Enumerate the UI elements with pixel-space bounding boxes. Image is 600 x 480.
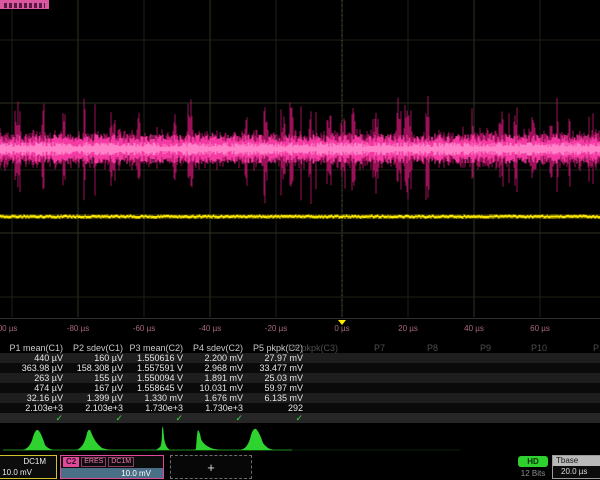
param-header-p1[interactable]: P1 mean(C1) <box>0 343 68 353</box>
measure-cell: 1.891 mV <box>188 373 248 383</box>
measure-cell: 6.135 mV <box>248 393 308 403</box>
time-tick-label: -100 µs <box>0 324 17 333</box>
measure-row-max: 474 µV 167 µV 1.558645 V 10.031 mV 59.97… <box>0 383 600 393</box>
histicon-p1 <box>22 430 54 450</box>
waveform-display[interactable] <box>0 0 600 318</box>
timebase-title: Tbase <box>553 456 600 466</box>
measure-row-sdev: 32.16 µV 1.399 µV 1.330 mV 1.676 mV 6.13… <box>0 393 600 403</box>
measure-row-min: 263 µV 155 µV 1.550094 V 1.891 mV 25.03 … <box>0 373 600 383</box>
measure-cell: 160 µV <box>68 353 128 363</box>
measure-cell: 1.730e+3 <box>128 403 188 413</box>
param-header-p7[interactable]: P7 <box>374 343 385 353</box>
status-check-icon: ✓ <box>188 413 248 423</box>
measure-cell: 155 µV <box>68 373 128 383</box>
parameter-histicons <box>0 423 600 455</box>
measure-cell: 27.97 mV <box>248 353 308 363</box>
c2-volts-per-div: 10.0 mV <box>121 469 151 478</box>
measure-cell: 59.97 mV <box>248 383 308 393</box>
time-axis: -100 µs -80 µs -60 µs -40 µs -20 µs 0 µs… <box>0 318 600 344</box>
measure-cell: 1.330 mV <box>128 393 188 403</box>
measure-cell: 2.103e+3 <box>0 403 68 413</box>
measure-cell: 167 µV <box>68 383 128 393</box>
measurement-table: P1 mean(C1) P2 sdev(C1) P3 mean(C2) P4 s… <box>0 343 600 423</box>
measure-cell: 25.03 mV <box>248 373 308 383</box>
plus-icon: + <box>207 460 215 475</box>
param-header-p9[interactable]: P9 <box>480 343 491 353</box>
hd-bits-label: 12 Bits <box>512 469 554 478</box>
time-tick-label: 0 µs <box>334 324 349 333</box>
measure-cell: 158.308 µV <box>68 363 128 373</box>
histicon-p5 <box>240 429 274 450</box>
param-header-p11[interactable]: P11 <box>593 343 600 353</box>
measure-row-num: 2.103e+3 2.103e+3 1.730e+3 1.730e+3 292 <box>0 403 600 413</box>
c1-coupling-flag: DC1M <box>23 457 46 466</box>
param-header-p2[interactable]: P2 sdev(C1) <box>68 343 128 353</box>
measure-cell: 1.399 µV <box>68 393 128 403</box>
status-check-icon: ✓ <box>128 413 188 423</box>
measure-cell: 1.550094 V <box>128 373 188 383</box>
trigger-position-icon[interactable] <box>338 320 346 325</box>
measure-row-mean: 363.98 µV 158.308 µV 1.557591 V 2.968 mV… <box>0 363 600 373</box>
status-check-icon: ✓ <box>68 413 128 423</box>
measure-cell: 33.477 mV <box>248 363 308 373</box>
descriptor-bar: DC1M 10.0 mV C2 ERES DC1M 10.0 mV + HD 1… <box>0 455 600 480</box>
time-tick-label: -80 µs <box>67 324 89 333</box>
measure-cell: 2.200 mV <box>188 353 248 363</box>
hd-mode-badge[interactable]: HD <box>518 456 548 467</box>
param-header-p10[interactable]: P10 <box>531 343 547 353</box>
measure-cell: 440 µV <box>0 353 68 363</box>
time-tick-label: 20 µs <box>398 324 418 333</box>
add-trace-button[interactable]: + <box>170 455 252 479</box>
time-tick-label: -20 µs <box>265 324 287 333</box>
time-tick-label: -60 µs <box>133 324 155 333</box>
measure-cell: 10.031 mV <box>188 383 248 393</box>
time-tick-label: -40 µs <box>199 324 221 333</box>
measure-cell: 32.16 µV <box>0 393 68 403</box>
histicon-p2 <box>76 430 114 450</box>
param-header-p4[interactable]: P4 sdev(C2) <box>188 343 248 353</box>
status-check-icon: ✓ <box>248 413 308 423</box>
measure-cell: 263 µV <box>0 373 68 383</box>
channel-c1-descriptor[interactable]: DC1M 10.0 mV <box>0 455 57 479</box>
measure-row-value: 440 µV 160 µV 1.550616 V 2.200 mV 27.97 … <box>0 353 600 363</box>
time-tick-label: 60 µs <box>530 324 550 333</box>
c2-coupling-flag: DC1M <box>108 457 134 467</box>
param-header-p3[interactable]: P3 mean(C2) <box>128 343 188 353</box>
param-header-p8[interactable]: P8 <box>427 343 438 353</box>
measure-cell: 1.676 mV <box>188 393 248 403</box>
channel-c2-descriptor[interactable]: C2 ERES DC1M 10.0 mV <box>60 455 164 479</box>
c2-channel-badge: C2 <box>63 457 79 467</box>
measure-cell: 1.558645 V <box>128 383 188 393</box>
histicon-p4 <box>194 430 222 450</box>
param-header-p6[interactable]: P6 pkpk(C3) <box>288 343 338 353</box>
time-tick-label: 40 µs <box>464 324 484 333</box>
histicon-p3 <box>156 426 170 450</box>
c1-volts-per-div: 10.0 mV <box>2 468 32 477</box>
measure-cell: 1.550616 V <box>128 353 188 363</box>
status-check-icon: ✓ <box>0 413 68 423</box>
timebase-descriptor[interactable]: Tbase 20.0 µs <box>552 455 600 479</box>
measure-cell: 363.98 µV <box>0 363 68 373</box>
measure-cell: 2.968 mV <box>188 363 248 373</box>
c2-eres-flag: ERES <box>81 457 106 467</box>
measure-cell: 1.557591 V <box>128 363 188 373</box>
cropped-menu-badge[interactable] <box>0 0 49 9</box>
measure-cell: 1.730e+3 <box>188 403 248 413</box>
measure-row-status: ✓ ✓ ✓ ✓ ✓ <box>0 413 600 423</box>
measure-cell: 474 µV <box>0 383 68 393</box>
measure-cell: 292 <box>248 403 308 413</box>
measure-cell: 2.103e+3 <box>68 403 128 413</box>
waveform-svg <box>0 0 600 318</box>
time-per-div-value: 20.0 µs <box>553 466 600 478</box>
illegible-text-pattern <box>4 3 45 8</box>
oscilloscope-screen: -100 µs -80 µs -60 µs -40 µs -20 µs 0 µs… <box>0 0 600 480</box>
